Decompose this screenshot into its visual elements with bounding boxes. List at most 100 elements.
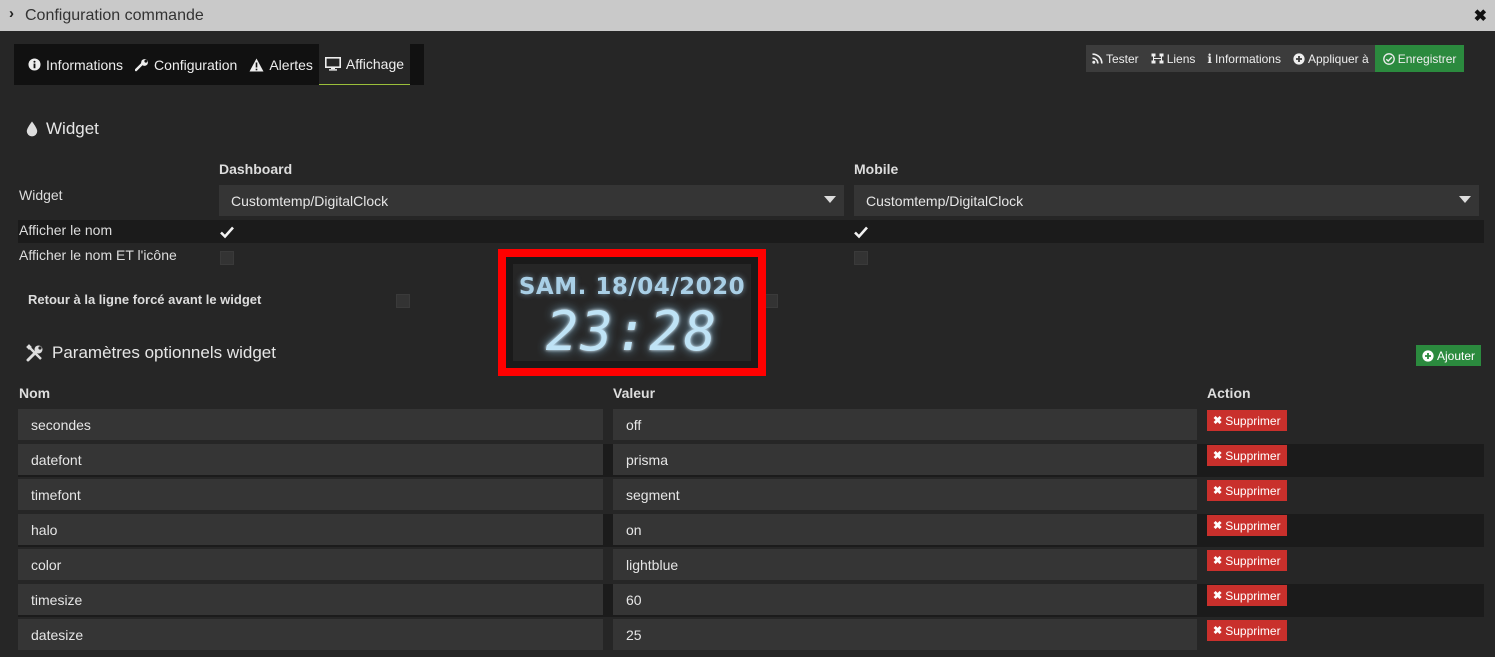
warning-icon: [249, 58, 264, 72]
dashboard-widget-value: Customtemp/DigitalClock: [231, 193, 389, 209]
param-name-field[interactable]: datesize: [18, 619, 603, 650]
supprimer-label: Supprimer: [1225, 448, 1281, 463]
params-section-title: Paramètres optionnels widget: [26, 343, 276, 363]
supprimer-button[interactable]: ✖ Supprimer: [1207, 515, 1287, 536]
ajouter-label: Ajouter: [1437, 348, 1476, 363]
dashboard-column-header: Dashboard: [219, 161, 293, 177]
table-row: halo on ✖ Supprimer: [18, 514, 1484, 547]
supprimer-label: Supprimer: [1225, 553, 1281, 568]
param-name-field[interactable]: color: [18, 549, 603, 580]
supprimer-button[interactable]: ✖ Supprimer: [1207, 410, 1287, 431]
table-row: color lightblue ✖ Supprimer: [18, 549, 1484, 582]
close-icon: ✖: [1213, 555, 1223, 567]
supprimer-label: Supprimer: [1225, 623, 1281, 638]
clock-date: SAM. 18/04/2020: [518, 274, 746, 300]
row-highlight: [18, 220, 1484, 243]
line-break-mobile-checkbox[interactable]: [764, 294, 778, 308]
caret-down-icon: [1459, 196, 1471, 203]
name-column-header: Nom: [19, 385, 51, 401]
param-value-field[interactable]: 60: [613, 584, 1197, 615]
widget-label: Widget: [19, 187, 63, 203]
caret-down-icon: [824, 196, 836, 203]
action-column-header: Action: [1207, 385, 1251, 401]
close-icon: ✖: [1213, 520, 1223, 532]
rss-icon: [1092, 53, 1103, 64]
plus-circle-icon: [1293, 52, 1305, 65]
supprimer-button[interactable]: ✖ Supprimer: [1207, 480, 1287, 501]
line-break-dashboard-checkbox[interactable]: [396, 294, 410, 308]
ajouter-button[interactable]: Ajouter: [1416, 345, 1482, 366]
sitemap-icon: [1151, 53, 1164, 64]
tab-label: Informations: [46, 56, 124, 73]
appliquer-button[interactable]: Appliquer à: [1286, 45, 1375, 72]
show-name-icon-label: Afficher le nom ET l'icône: [19, 247, 177, 263]
table-row: datefont prisma ✖ Supprimer: [18, 444, 1484, 477]
close-icon: ✖: [1213, 590, 1223, 602]
param-name-field[interactable]: timesize: [18, 584, 603, 615]
informations-button[interactable]: i Informations: [1201, 45, 1287, 72]
table-row: datesize 25 ✖ Supprimer: [18, 619, 1484, 652]
action-toolbar: Tester Liens i Informations Appliquer à …: [1086, 45, 1465, 72]
appliquer-label: Appliquer à: [1307, 51, 1369, 66]
value-column-header: Valeur: [613, 385, 656, 401]
plus-circle-icon: [1422, 349, 1434, 362]
table-row: timesize 60 ✖ Supprimer: [18, 584, 1484, 617]
mobile-column-header: Mobile: [854, 161, 899, 177]
close-icon: ✖: [1213, 415, 1223, 427]
line-break-label: Retour à la ligne forcé avant le widget: [28, 292, 262, 307]
param-name-field[interactable]: halo: [18, 514, 603, 545]
supprimer-button[interactable]: ✖ Supprimer: [1207, 620, 1287, 641]
tab-alertes[interactable]: Alertes: [243, 44, 319, 85]
tab-affichage[interactable]: Affichage: [318, 44, 411, 85]
tab-label: Alertes: [269, 56, 313, 73]
liens-button[interactable]: Liens: [1144, 45, 1202, 72]
tab-informations[interactable]: Informations: [14, 44, 129, 85]
supprimer-button[interactable]: ✖ Supprimer: [1207, 445, 1287, 466]
mobile-widget-select[interactable]: Customtemp/DigitalClock: [854, 185, 1479, 216]
param-name-field[interactable]: datefont: [18, 444, 603, 475]
clock-time: 23:28: [545, 300, 719, 363]
check-circle-icon: [1382, 52, 1395, 65]
supprimer-label: Supprimer: [1225, 413, 1281, 428]
window-title: Configuration commande: [25, 7, 204, 24]
section-title-text: Paramètres optionnels widget: [52, 343, 276, 362]
param-value-field[interactable]: off: [613, 409, 1197, 440]
param-value-field[interactable]: on: [613, 514, 1197, 545]
tab-label: Configuration: [154, 56, 238, 73]
close-icon: ✖: [1213, 625, 1223, 637]
param-value-field[interactable]: 25: [613, 619, 1197, 650]
tab-label: Affichage: [345, 56, 405, 72]
table-row: timefont segment ✖ Supprimer: [18, 479, 1484, 512]
show-name-mobile-checkbox[interactable]: [853, 224, 869, 240]
show-name-icon-mobile-checkbox[interactable]: [854, 251, 868, 265]
liens-label: Liens: [1166, 51, 1196, 66]
section-title-text: Widget: [46, 119, 99, 138]
supprimer-label: Supprimer: [1225, 588, 1281, 603]
widget-section-title: Widget: [26, 119, 99, 139]
monitor-icon: [324, 57, 341, 71]
param-value-field[interactable]: lightblue: [613, 549, 1197, 580]
table-row: secondes off ✖ Supprimer: [18, 409, 1484, 442]
show-name-label: Afficher le nom: [19, 222, 113, 238]
supprimer-button[interactable]: ✖ Supprimer: [1207, 550, 1287, 571]
param-value-field[interactable]: segment: [613, 479, 1197, 510]
show-name-icon-dashboard-checkbox[interactable]: [220, 251, 234, 265]
wrench-icon: [135, 58, 149, 72]
dashboard-widget-select[interactable]: Customtemp/DigitalClock: [219, 185, 844, 216]
tab-configuration[interactable]: Configuration: [129, 44, 243, 85]
close-icon[interactable]: ✖: [1474, 6, 1487, 26]
informations-label: Informations: [1214, 51, 1281, 66]
tab-bar: Informations Configuration Alertes Affic…: [14, 44, 424, 85]
param-value-field[interactable]: prisma: [613, 444, 1197, 475]
param-name-field[interactable]: timefont: [18, 479, 603, 510]
show-name-dashboard-checkbox[interactable]: [219, 224, 235, 240]
enregistrer-label: Enregistrer: [1397, 51, 1457, 66]
supprimer-label: Supprimer: [1225, 518, 1281, 533]
chevron-right-icon[interactable]: ›: [9, 5, 14, 22]
param-name-field[interactable]: secondes: [18, 409, 603, 440]
tester-button[interactable]: Tester: [1086, 45, 1145, 72]
clock-preview-highlight: SAM. 18/04/2020 23:28: [498, 249, 766, 376]
supprimer-button[interactable]: ✖ Supprimer: [1207, 585, 1287, 606]
window-titlebar: › Configuration commande ✖: [0, 0, 1495, 31]
enregistrer-button[interactable]: Enregistrer: [1374, 45, 1465, 72]
